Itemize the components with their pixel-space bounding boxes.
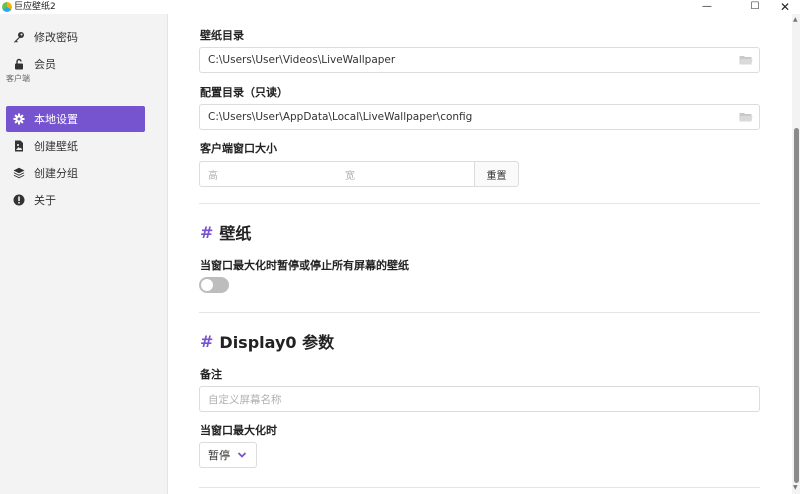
window-title: 巨应壁纸2 xyxy=(14,2,56,12)
maximize-action-label: 当窗口最大化时 xyxy=(200,424,277,437)
maximize-action-value: 暂停 xyxy=(208,449,230,462)
width-input[interactable]: 宽 xyxy=(337,161,475,187)
display-section-title: # Display0 参数 xyxy=(200,329,334,353)
title-bar: 巨应壁纸2 — ☐ ✕ xyxy=(0,0,800,14)
screen-name-placeholder: 自定义屏幕名称 xyxy=(208,393,282,406)
folder-icon[interactable] xyxy=(739,112,753,122)
scroll-up-arrow-icon[interactable]: ▲ xyxy=(793,16,798,23)
pause-on-maximize-toggle[interactable] xyxy=(199,277,229,293)
sidebar-item-label: 创建分组 xyxy=(34,167,78,180)
note-label: 备注 xyxy=(200,368,222,381)
info-icon xyxy=(10,194,28,206)
wallpaper-dir-value: C:\Users\User\Videos\LiveWallpaper xyxy=(208,54,396,66)
pause-on-maximize-label: 当窗口最大化时暂停或停止所有屏幕的壁纸 xyxy=(200,259,409,272)
maximize-action-select[interactable]: 暂停 xyxy=(199,442,257,468)
divider xyxy=(199,487,760,488)
reset-size-button[interactable]: 重置 xyxy=(474,161,519,187)
sidebar-item-about[interactable]: 关于 xyxy=(6,187,145,213)
sidebar-item-label: 关于 xyxy=(34,194,56,207)
key-icon xyxy=(10,31,28,43)
section-title-text: 壁纸 xyxy=(219,224,252,243)
wallpaper-section-title: # 壁纸 xyxy=(200,220,251,244)
hash-marker: # xyxy=(200,222,214,242)
sidebar-item-change-password[interactable]: 修改密码 xyxy=(6,24,145,50)
sidebar-item-label: 本地设置 xyxy=(34,113,78,126)
sidebar-section-client: 客户端 xyxy=(6,74,30,83)
wallpaper-dir-field[interactable]: C:\Users\User\Videos\LiveWallpaper xyxy=(199,47,760,73)
config-dir-label: 配置目录（只读） xyxy=(200,86,288,99)
toggle-knob xyxy=(201,279,213,291)
sidebar-item-create-group[interactable]: 创建分组 xyxy=(6,160,145,186)
config-dir-value: C:\Users\User\AppData\Local\LiveWallpape… xyxy=(208,111,473,123)
chevron-down-icon xyxy=(237,450,247,460)
sidebar-item-label: 创建壁纸 xyxy=(34,140,78,153)
scrollbar-thumb[interactable] xyxy=(794,128,799,483)
divider xyxy=(199,203,760,204)
folder-icon[interactable] xyxy=(739,55,753,65)
layers-icon xyxy=(10,167,28,179)
minimize-button[interactable]: — xyxy=(692,0,722,14)
wallpaper-dir-label: 壁纸目录 xyxy=(200,29,244,42)
sidebar-item-local-settings[interactable]: 本地设置 xyxy=(6,106,145,132)
client-size-label: 客户端窗口大小 xyxy=(200,142,277,155)
close-button[interactable]: ✕ xyxy=(770,0,800,14)
height-input[interactable]: 高 xyxy=(199,161,338,187)
sidebar xyxy=(0,14,168,494)
app-logo-icon xyxy=(2,2,12,12)
gear-icon xyxy=(10,113,28,125)
hash-marker: # xyxy=(200,331,214,351)
config-dir-field[interactable]: C:\Users\User\AppData\Local\LiveWallpape… xyxy=(199,104,760,130)
sidebar-item-label: 修改密码 xyxy=(34,31,78,44)
section-title-text: Display0 参数 xyxy=(219,333,335,352)
file-image-icon xyxy=(10,140,28,152)
divider xyxy=(199,312,760,313)
maximize-button[interactable]: ☐ xyxy=(740,0,770,14)
sidebar-item-create-wallpaper[interactable]: 创建壁纸 xyxy=(6,133,145,159)
scroll-down-arrow-icon[interactable]: ▼ xyxy=(793,484,798,491)
unlock-icon xyxy=(10,58,28,70)
sidebar-item-label: 会员 xyxy=(34,58,56,71)
screen-name-input[interactable]: 自定义屏幕名称 xyxy=(199,386,760,412)
